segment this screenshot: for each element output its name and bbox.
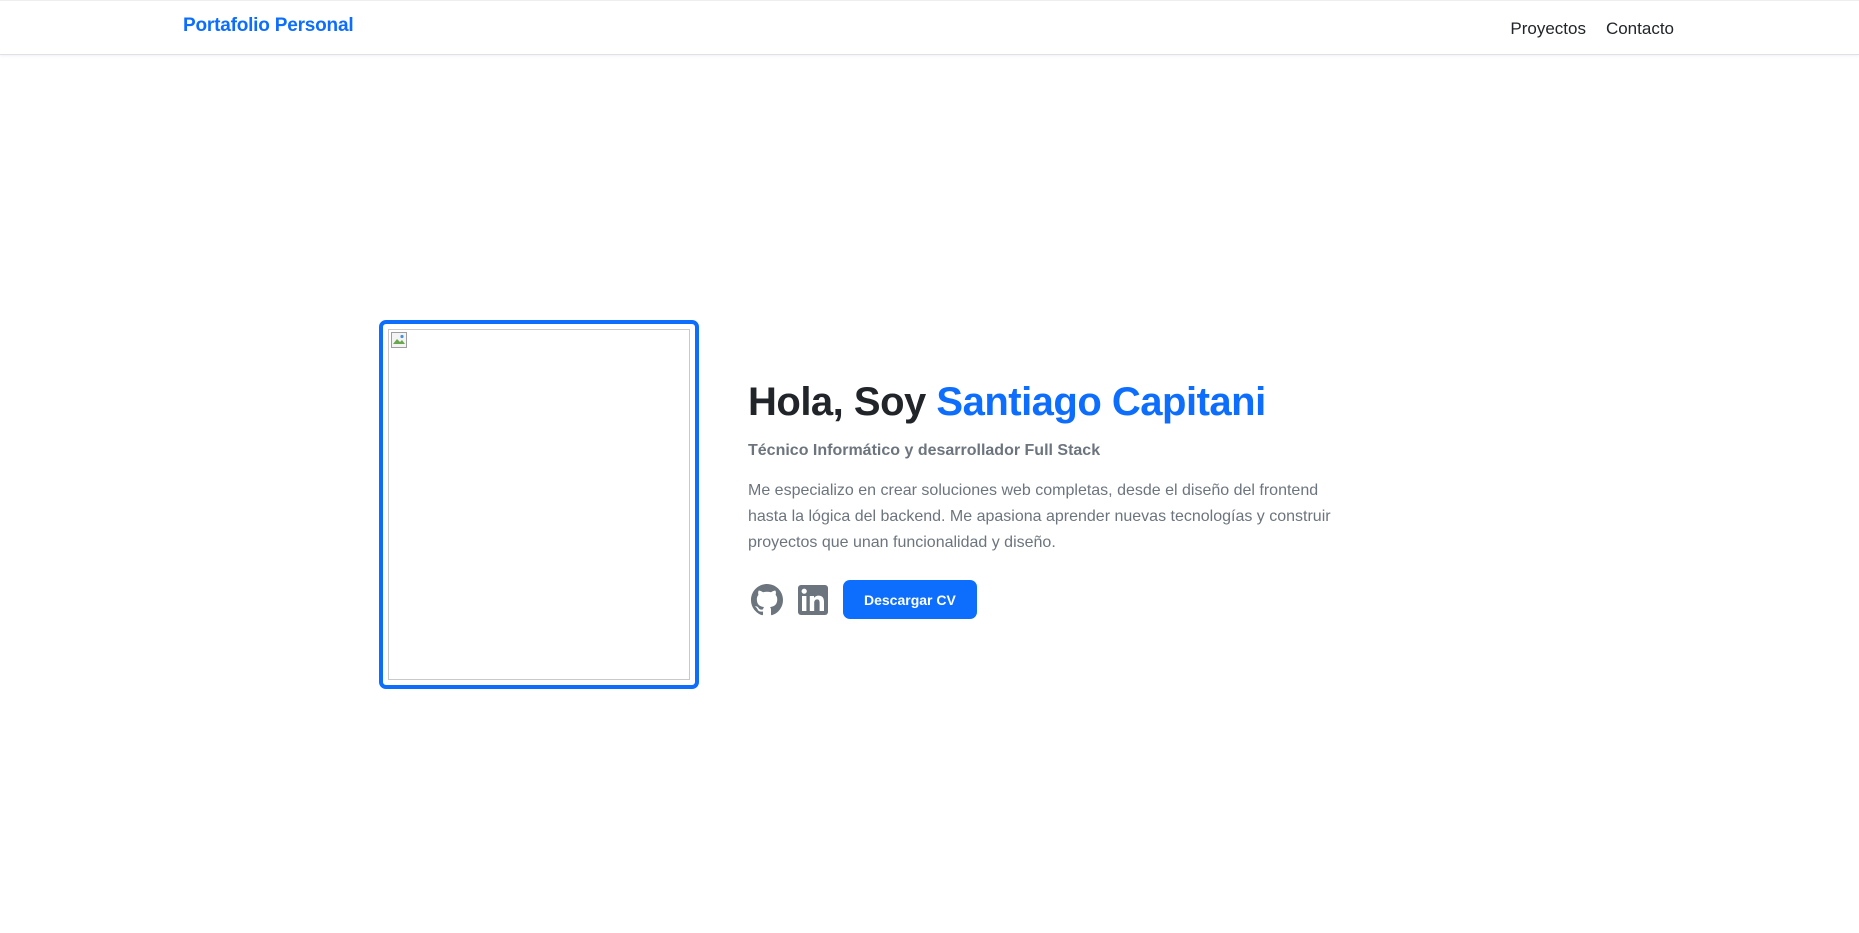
hero-name: Santiago Capitani: [936, 380, 1266, 424]
hero-actions: Descargar CV: [748, 580, 1348, 619]
brand-link[interactable]: Portafolio Personal: [183, 15, 354, 37]
linkedin-link[interactable]: [797, 584, 829, 616]
download-cv-button[interactable]: Descargar CV: [843, 580, 977, 619]
profile-photo: [388, 329, 690, 680]
github-link[interactable]: [751, 583, 783, 616]
github-icon: [751, 583, 783, 615]
profile-photo-frame: [379, 320, 699, 689]
hero-greeting: Hola, Soy: [748, 380, 937, 424]
nav-link-proyectos[interactable]: Proyectos: [1510, 19, 1586, 39]
nav-links: Proyectos Contacto: [1510, 19, 1674, 39]
nav-link-contacto[interactable]: Contacto: [1606, 19, 1674, 39]
linkedin-icon: [798, 584, 828, 615]
broken-image-icon: [391, 332, 407, 348]
hero-description: Me especializo en crear soluciones web c…: [748, 482, 1331, 551]
hero-title: Hola, Soy Santiago Capitani: [748, 378, 1348, 426]
hero-subtitle: Técnico Informático y desarrollador Full…: [748, 442, 1101, 459]
navbar: Portafolio Personal Proyectos Contacto: [0, 0, 1859, 55]
hero-section: Hola, Soy Santiago Capitani Técnico Info…: [748, 378, 1348, 619]
